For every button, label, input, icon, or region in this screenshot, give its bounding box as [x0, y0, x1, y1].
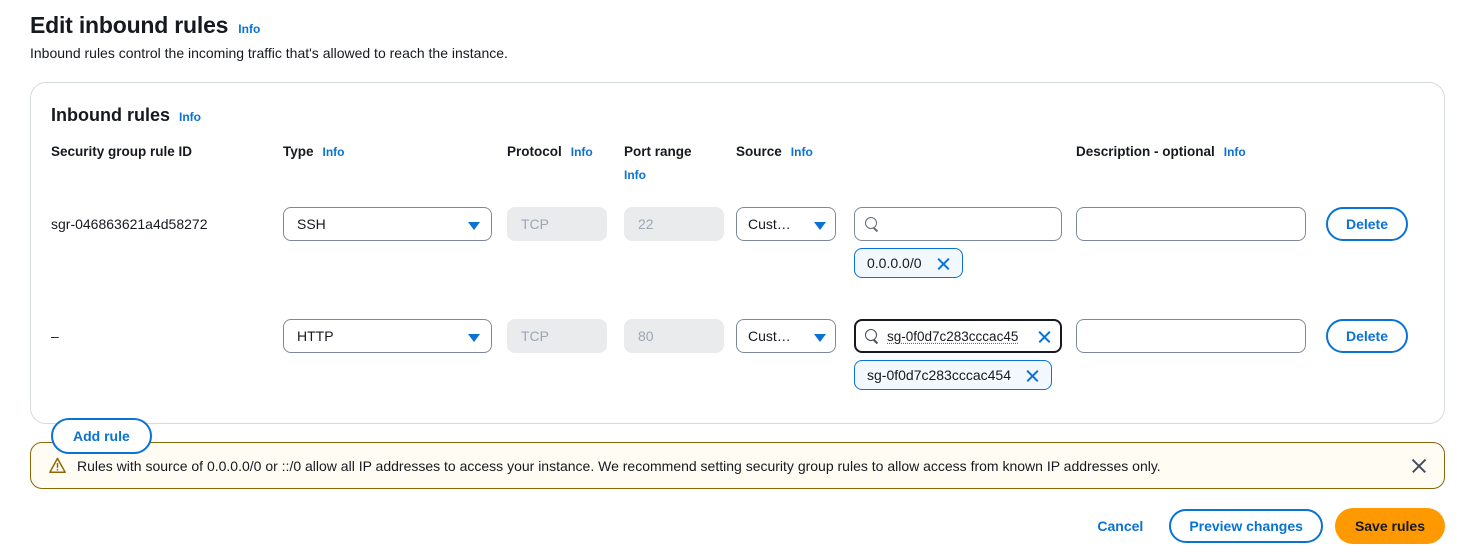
column-header-source-label: Source	[736, 144, 782, 159]
delete-cell: Delete	[1306, 319, 1408, 353]
delete-cell: Delete	[1306, 207, 1408, 241]
column-header-rule-id: Security group rule ID	[51, 144, 283, 159]
chevron-down-icon	[468, 334, 480, 342]
table-row: – HTTP TCP 80 Cust… sg-0f0d7c283cccac45 …	[51, 319, 1424, 390]
source-type-value: Cust…	[748, 328, 791, 344]
port-range-cell: 22	[624, 207, 736, 241]
source-token-label: sg-0f0d7c283cccac454	[867, 367, 1011, 383]
warning-alert: Rules with source of 0.0.0.0/0 or ::/0 a…	[30, 442, 1445, 489]
delete-button[interactable]: Delete	[1325, 207, 1408, 241]
source-token[interactable]: sg-0f0d7c283cccac454	[854, 360, 1052, 390]
source-cell: Cust… 0.0.0.0/0	[736, 207, 1076, 278]
save-rules-button[interactable]: Save rules	[1334, 508, 1445, 544]
close-icon[interactable]	[1410, 457, 1428, 475]
preview-changes-button[interactable]: Preview changes	[1169, 509, 1323, 543]
table-row: sgr-046863621a4d58272 SSH TCP 22 Cust… 0…	[51, 207, 1424, 278]
source-token-label: 0.0.0.0/0	[867, 255, 922, 271]
chevron-down-icon	[814, 334, 826, 342]
rule-id-value: –	[51, 328, 59, 344]
description-input[interactable]	[1076, 319, 1306, 353]
page-header: Edit inbound rules Info Inbound rules co…	[30, 0, 1445, 61]
warning-triangle-icon	[49, 457, 66, 474]
column-header-source: Source Info	[736, 144, 1076, 159]
column-header-type-label: Type	[283, 144, 314, 159]
warning-alert-text: Rules with source of 0.0.0.0/0 or ::/0 a…	[77, 457, 1161, 474]
port-range-cell: 80	[624, 319, 736, 353]
add-rule-button[interactable]: Add rule	[51, 418, 152, 454]
source-cell: Cust… sg-0f0d7c283cccac45 sg-0f0d7c283cc…	[736, 319, 1076, 390]
column-header-description-label: Description - optional	[1076, 144, 1215, 159]
type-select-value: HTTP	[297, 328, 334, 344]
type-select[interactable]: SSH	[283, 207, 492, 241]
source-search-field[interactable]	[854, 207, 1062, 241]
page-title: Edit inbound rules	[30, 12, 229, 38]
source-type-value: Cust…	[748, 216, 791, 232]
panel-title-row: Inbound rules Info	[51, 105, 1424, 126]
chevron-down-icon	[814, 222, 826, 230]
column-header-port-range-label: Port range	[624, 144, 692, 159]
clear-search-icon[interactable]	[1036, 328, 1053, 345]
protocol-info-link[interactable]: Info	[571, 145, 593, 159]
footer-actions: Cancel Preview changes Save rules	[30, 508, 1445, 544]
panel-title: Inbound rules	[51, 105, 170, 125]
type-select-value: SSH	[297, 216, 326, 232]
type-select-cell: HTTP	[283, 319, 507, 353]
page-title-row: Edit inbound rules Info	[30, 12, 1445, 39]
page-info-link[interactable]: Info	[238, 22, 260, 36]
port-range-info-link[interactable]: Info	[624, 168, 736, 182]
delete-button[interactable]: Delete	[1325, 319, 1408, 353]
search-icon	[865, 216, 880, 232]
type-select[interactable]: HTTP	[283, 319, 492, 353]
search-icon	[865, 328, 880, 344]
column-header-protocol-label: Protocol	[507, 144, 562, 159]
type-info-link[interactable]: Info	[323, 145, 345, 159]
description-input[interactable]	[1076, 207, 1306, 241]
protocol-cell: TCP	[507, 207, 624, 241]
source-info-link[interactable]: Info	[791, 145, 813, 159]
source-search-value: sg-0f0d7c283cccac45	[887, 328, 1019, 344]
rule-id-value: sgr-046863621a4d58272	[51, 216, 208, 232]
cancel-button[interactable]: Cancel	[1083, 509, 1157, 543]
grid-header-row: Security group rule ID Type Info Protoco…	[51, 144, 1424, 186]
edit-inbound-rules-page: Edit inbound rules Info Inbound rules co…	[0, 0, 1475, 559]
protocol-input: TCP	[507, 207, 607, 241]
source-search-field[interactable]: sg-0f0d7c283cccac45	[854, 319, 1062, 353]
column-header-type: Type Info	[283, 144, 507, 159]
source-value-cell: sg-0f0d7c283cccac45 sg-0f0d7c283cccac454	[854, 319, 1062, 390]
column-header-protocol: Protocol Info	[507, 144, 624, 159]
remove-token-icon[interactable]	[935, 255, 952, 272]
chevron-down-icon	[468, 222, 480, 230]
port-range-input: 80	[624, 319, 724, 353]
column-header-port-range: Port range Info	[624, 144, 736, 182]
inbound-rules-panel: Inbound rules Info Security group rule I…	[30, 82, 1445, 454]
source-type-select[interactable]: Cust…	[736, 319, 836, 353]
protocol-input: TCP	[507, 319, 607, 353]
source-type-select[interactable]: Cust…	[736, 207, 836, 241]
panel-info-link[interactable]: Info	[179, 110, 201, 124]
description-cell	[1076, 207, 1306, 241]
description-info-link[interactable]: Info	[1224, 145, 1246, 159]
source-token[interactable]: 0.0.0.0/0	[854, 248, 963, 278]
port-range-input: 22	[624, 207, 724, 241]
page-description: Inbound rules control the incoming traff…	[30, 45, 508, 61]
description-cell	[1076, 319, 1306, 353]
protocol-cell: TCP	[507, 319, 624, 353]
source-type-cell: Cust…	[736, 319, 840, 390]
rules-grid: Security group rule ID Type Info Protoco…	[51, 144, 1424, 390]
remove-token-icon[interactable]	[1024, 367, 1041, 384]
source-value-cell: 0.0.0.0/0	[854, 207, 1062, 278]
source-type-cell: Cust…	[736, 207, 840, 278]
column-header-description: Description - optional Info	[1076, 144, 1306, 159]
type-select-cell: SSH	[283, 207, 507, 241]
column-header-rule-id-label: Security group rule ID	[51, 144, 193, 159]
